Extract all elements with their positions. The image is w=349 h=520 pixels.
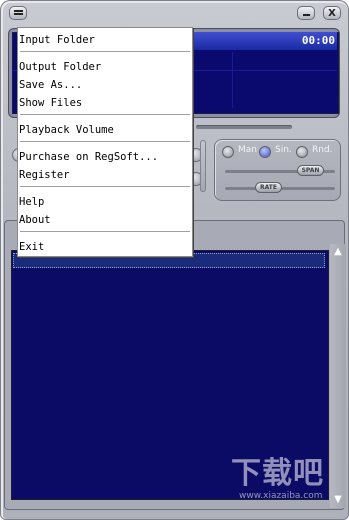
menu-item-show-files[interactable]: Show Files (19, 95, 169, 111)
close-button[interactable]: X (323, 6, 341, 20)
menu-item-output-folder[interactable]: Output Folder (19, 59, 169, 75)
menu-separator (20, 51, 190, 53)
radio-random-label: Rnd. (312, 145, 333, 155)
menu-separator (20, 141, 190, 143)
system-menu-button[interactable] (9, 6, 27, 20)
volume-slider[interactable] (200, 140, 206, 192)
playlist[interactable] (11, 250, 329, 500)
menu-item-help[interactable]: Help (19, 194, 169, 210)
minimize-button[interactable] (297, 6, 315, 20)
menu-separator (20, 231, 190, 233)
menu-item-purchase[interactable]: Purchase on RegSoft... (19, 149, 169, 165)
menu-item-input-folder[interactable]: Input Folder (19, 32, 169, 48)
playlist-scrollbar[interactable] (330, 244, 346, 508)
rate-slider-thumb[interactable]: RATE (255, 182, 282, 193)
radio-single[interactable] (259, 146, 271, 158)
radio-manual[interactable] (222, 146, 234, 158)
minimize-icon (302, 14, 310, 16)
menu-item-save-as[interactable]: Save As... (19, 77, 169, 93)
scroll-up-icon[interactable]: ▲ (332, 246, 344, 258)
position-slider[interactable] (196, 125, 292, 129)
display-divider-vertical (232, 52, 233, 108)
span-slider-thumb[interactable]: SPAN (297, 165, 324, 176)
menu-item-register[interactable]: Register (19, 167, 169, 183)
radio-single-label: Sin. (275, 145, 292, 155)
menu-item-exit[interactable]: Exit (19, 239, 169, 255)
title-bar[interactable]: X (0, 0, 349, 26)
menu-separator (20, 114, 190, 116)
menu-item-about[interactable]: About (19, 212, 169, 228)
menu-item-playback-volume[interactable]: Playback Volume (19, 122, 169, 138)
radio-manual-label: Man (238, 145, 257, 155)
scroll-down-icon[interactable]: ▼ (332, 494, 344, 506)
sysmenu-icon (13, 10, 23, 15)
menu-separator (20, 186, 190, 188)
radio-random[interactable] (296, 146, 308, 158)
time-display: 00:00 (301, 34, 335, 47)
